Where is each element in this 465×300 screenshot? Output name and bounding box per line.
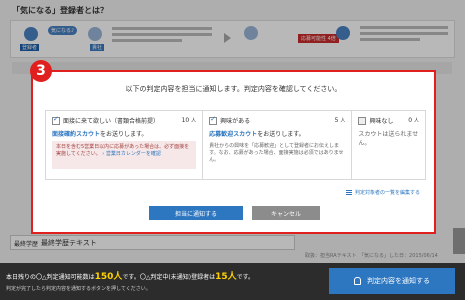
column-description: 面接確約スカウトをお送りします。 — [52, 131, 148, 138]
column-count: 0 人 — [408, 117, 419, 124]
column-count: 10 人 — [181, 117, 197, 124]
column-title: 面接に来て欲しい（書類合格前提） — [63, 118, 160, 125]
edit-list-link[interactable]: 判定対象者の一覧を編集する — [345, 189, 420, 196]
confirm-modal: 以下の判定内容を担当に通知します。判定内容を確認してください。 面接に来て欲しい… — [31, 70, 436, 234]
pending-count: 15人 — [215, 272, 237, 282]
notify-results-button[interactable]: 判定内容を通知する — [329, 268, 455, 294]
instruction-text: 判定が完了したら判定内容を通知するボタンを押してください。 — [6, 286, 151, 292]
checkbox-icon — [209, 115, 218, 125]
column-title: 興味がある — [220, 118, 251, 125]
judgement-columns: 面接に来て欲しい（書類合格前提） 10 人 面接確約スカウトをお送りします。 本… — [45, 110, 426, 180]
calendar-link[interactable]: › 営業日カレンダーを確認 — [102, 151, 161, 157]
x-box-icon — [358, 116, 367, 125]
cancel-button[interactable]: キャンセル — [252, 206, 320, 220]
modal-heading: 以下の判定内容を担当に通知します。判定内容を確認してください。 — [125, 85, 342, 93]
column-interview: 面接に来て欲しい（書類合格前提） 10 人 面接確約スカウトをお送りします。 本… — [46, 111, 204, 179]
column-note: 本日を含む5営業日以内に応募があった場合は、必ず面接を実施してください。 › 営… — [52, 141, 197, 169]
quota-text: 本日残りの〇△判定通知可能数は150人です。〇△判定中(未通知)登録者は15人で… — [6, 272, 255, 282]
step-badge: 3 — [30, 60, 52, 82]
notification-icon — [354, 277, 361, 285]
column-not-interested: 興味なし 0 人 スカウトは送られません。 — [352, 111, 425, 179]
checkbox-icon — [52, 115, 60, 125]
column-interested: 興味がある 5 人 応募歓迎スカウトをお送りします。 貴社からの興味を「応募歓迎… — [203, 111, 353, 179]
list-icon — [345, 190, 352, 195]
column-description: 応募歓迎スカウトをお送りします。 — [209, 131, 305, 138]
bottom-status-bar: 本日残りの〇△判定通知可能数は150人です。〇△判定中(未通知)登録者は15人で… — [0, 263, 465, 300]
column-note: スカウトは送られません。 — [358, 131, 419, 147]
notify-count: 150人 — [94, 272, 123, 282]
column-title: 興味なし — [369, 118, 394, 125]
column-count: 5 人 — [334, 117, 346, 124]
notify-staff-button[interactable]: 担当に通知する — [149, 206, 243, 220]
column-note: 貴社からの興味を「応募歓迎」として登録者にお伝えします。なお、応募があった場合、… — [209, 143, 344, 163]
